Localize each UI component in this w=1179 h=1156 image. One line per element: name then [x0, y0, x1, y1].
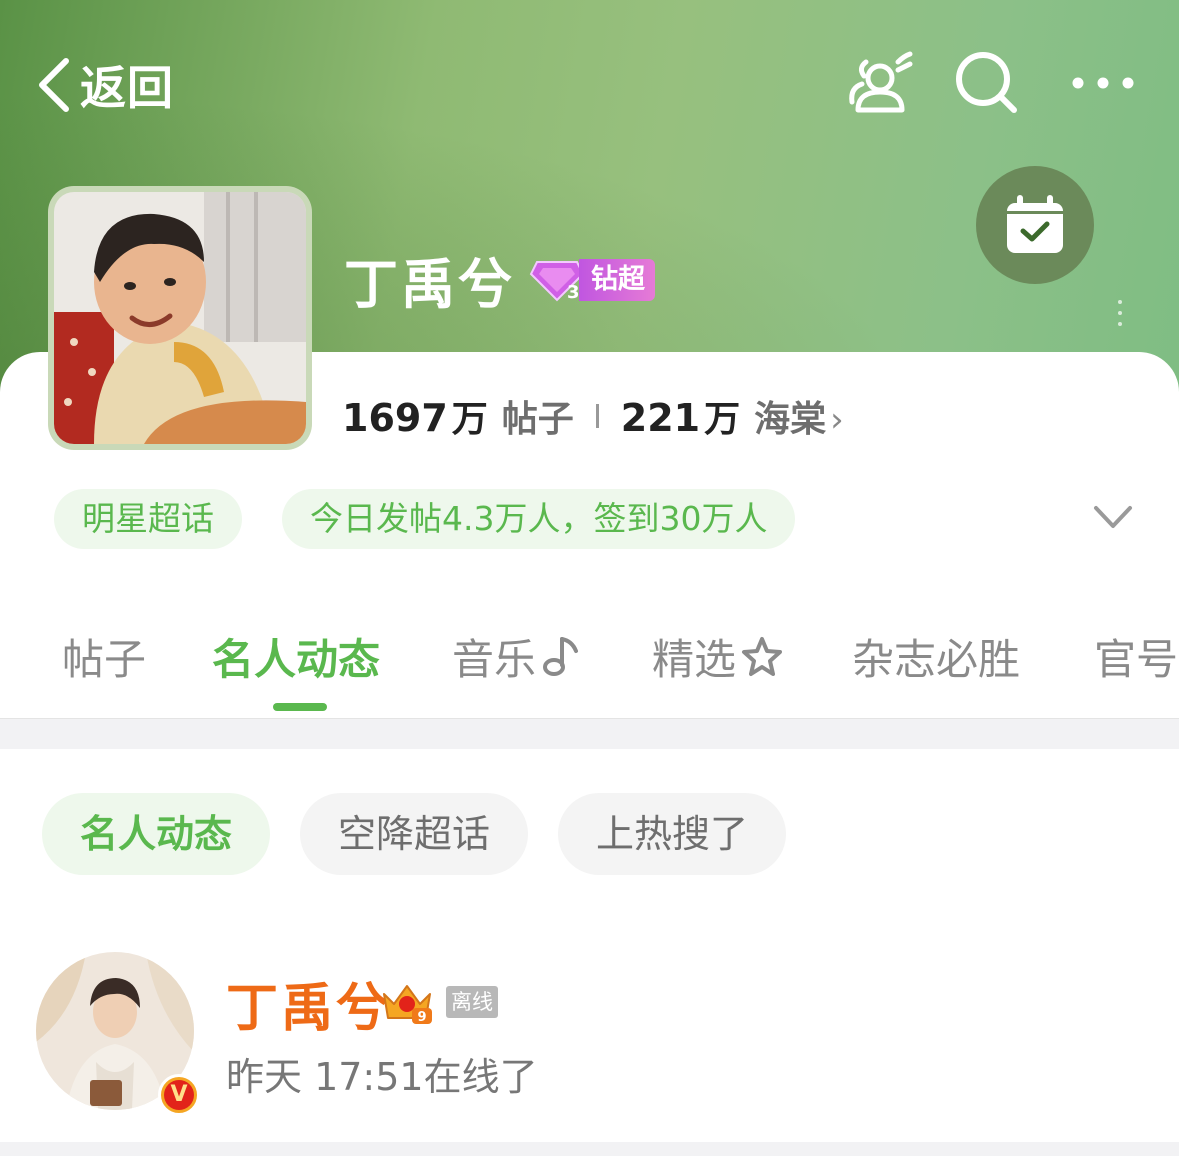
tier-badge[interactable]: 3 钻超	[529, 256, 655, 304]
verified-mark: V	[164, 1080, 194, 1110]
fans-label: 海棠	[754, 399, 827, 440]
verified-badge: V	[158, 1074, 200, 1116]
cover-photo[interactable]	[48, 186, 312, 450]
chevron-right-icon: ›	[830, 400, 844, 440]
tab-bar: 帖子 名人动态 音乐 精选 杂志必胜 官号	[0, 626, 1179, 692]
crown-level: 9	[417, 1010, 426, 1025]
tab-magazine[interactable]: 杂志必胜	[852, 626, 1020, 687]
stats-divider	[595, 404, 599, 428]
badge-label: 钻超	[579, 258, 655, 301]
posts-unit: 万	[451, 399, 488, 440]
star-icon	[742, 636, 783, 676]
subtab-airdrop[interactable]: 空降超话	[300, 793, 529, 875]
chevron-down-icon[interactable]	[1092, 500, 1134, 536]
tab-label: 音乐	[452, 635, 537, 684]
tab-label: 杂志必胜	[852, 635, 1021, 684]
people-icon[interactable]	[844, 48, 914, 118]
tab-celebrity-news[interactable]: 名人动态	[212, 626, 380, 687]
back-button[interactable]: 返回	[34, 52, 174, 118]
tab-official[interactable]: 官号	[1094, 626, 1178, 687]
active-tab-indicator	[273, 703, 327, 711]
checkin-button[interactable]	[976, 166, 1094, 284]
category-chip[interactable]: 明星超话	[54, 489, 242, 549]
diamond-icon: 3	[529, 260, 585, 303]
fans-count: 221	[620, 396, 701, 440]
section-gap	[0, 719, 1179, 749]
user-name[interactable]: 丁禹兮	[226, 966, 391, 1041]
search-icon[interactable]	[952, 48, 1022, 118]
crown-icon: 9	[383, 985, 432, 1025]
tab-label: 名人动态	[212, 635, 381, 684]
tab-label: 官号	[1094, 635, 1179, 684]
stats-row[interactable]: 1697 万 帖子 221 万 海棠 ›	[342, 390, 844, 442]
fans-unit: 万	[704, 399, 741, 440]
tab-featured[interactable]: 精选	[652, 626, 784, 687]
back-label: 返回	[80, 61, 174, 115]
tab-music[interactable]: 音乐	[452, 626, 580, 687]
section-gap-bottom	[0, 1142, 1179, 1156]
edge-dots	[1116, 300, 1124, 334]
tab-posts[interactable]: 帖子	[62, 626, 146, 687]
tab-label: 精选	[652, 635, 737, 684]
posts-count: 1697	[342, 396, 448, 440]
posts-label: 帖子	[501, 399, 574, 440]
subtab-celebrity-news[interactable]: 名人动态	[42, 793, 271, 875]
subtab-trending[interactable]: 上热搜了	[558, 793, 787, 875]
chevron-left-icon	[39, 58, 69, 112]
checkin-calendar-icon	[1007, 195, 1063, 253]
more-icon[interactable]	[1068, 48, 1138, 118]
music-note-icon	[543, 636, 579, 676]
last-online-text: 昨天 17:51在线了	[226, 1055, 538, 1099]
status-badge: 离线	[446, 986, 498, 1018]
tab-label: 帖子	[62, 635, 147, 684]
page-title: 丁禹兮	[344, 253, 515, 316]
activity-chip[interactable]: 今日发帖4.3万人，签到30万人	[282, 489, 796, 549]
badge-level: 3	[567, 282, 580, 303]
title-row: 丁禹兮 3 钻超	[344, 240, 655, 319]
